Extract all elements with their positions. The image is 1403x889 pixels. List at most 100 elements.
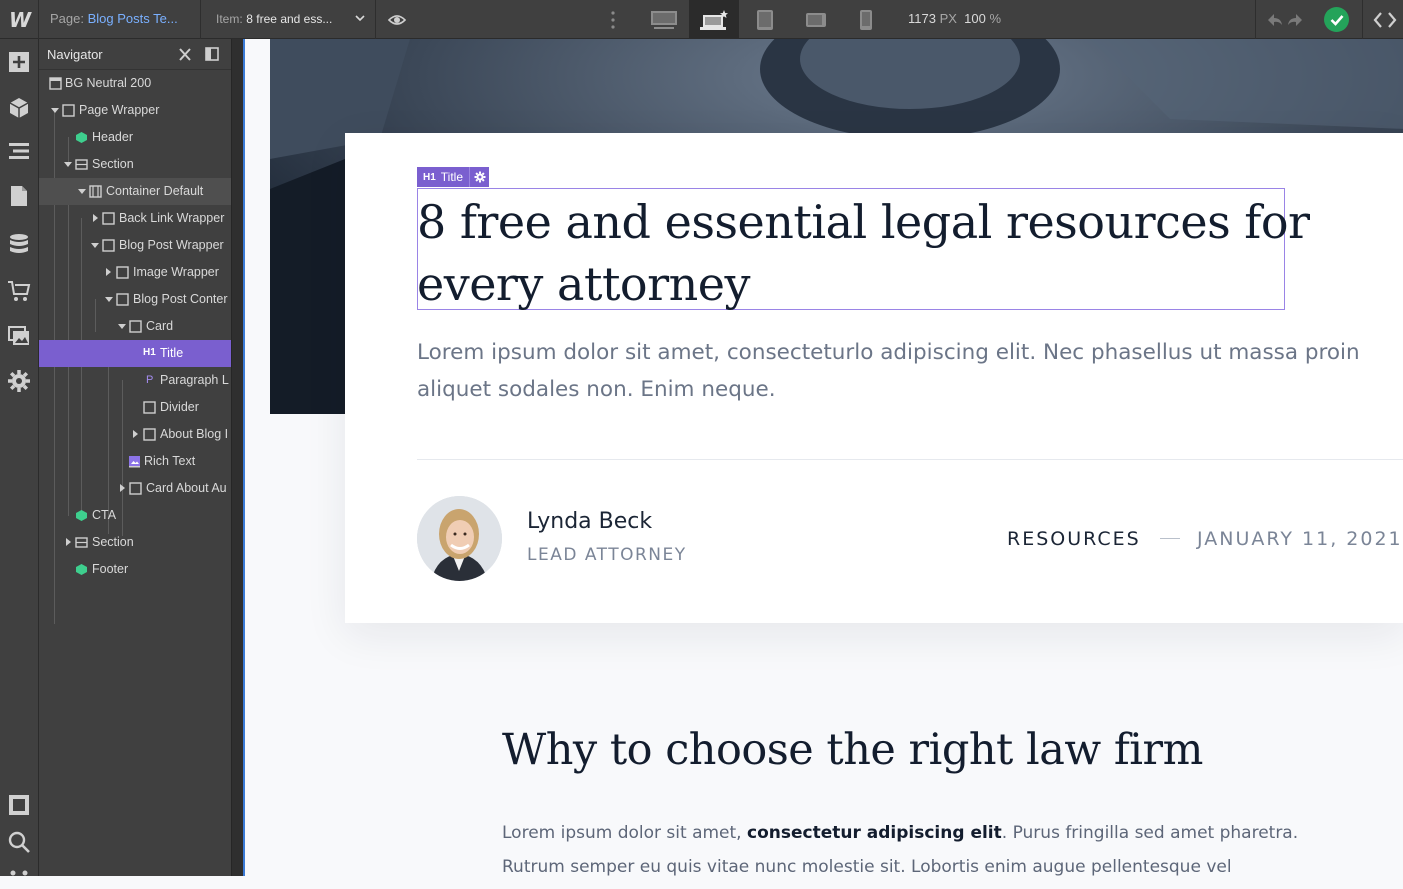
div-icon (62, 104, 75, 117)
post-title[interactable]: 8 free and essential legal resources for… (417, 191, 1317, 315)
nav-item-cta[interactable]: CTA (39, 502, 231, 529)
caret-right-icon[interactable] (93, 214, 98, 222)
nav-item-blog-post-wrapper[interactable]: Blog Post Wrapper (39, 232, 231, 259)
post-category[interactable]: RESOURCES (1007, 528, 1141, 550)
dock-panel-icon[interactable] (205, 47, 219, 61)
caret-right-icon[interactable] (133, 430, 138, 438)
canvas-size-readout[interactable]: 1173 PX 100 % (908, 11, 1001, 26)
div-icon (102, 239, 115, 252)
publish-status-button[interactable] (1324, 7, 1349, 32)
nav-item-label: Card About Au (146, 481, 227, 495)
search-icon[interactable] (7, 830, 31, 854)
nav-item-header[interactable]: Header (39, 124, 231, 151)
caret-down-icon[interactable] (64, 162, 72, 167)
nav-item-label: Footer (92, 562, 129, 576)
author-role: LEAD ATTORNEY (527, 545, 687, 565)
body-icon (49, 77, 62, 90)
undo-icon (1268, 14, 1282, 26)
nav-item-label: Section (92, 535, 134, 549)
cms-icon[interactable] (7, 232, 31, 256)
breakpoint-laptop[interactable] (689, 0, 739, 39)
caret-down-icon[interactable] (105, 297, 113, 302)
caret-down-icon[interactable] (51, 108, 59, 113)
nav-item-rich-text[interactable]: Rich Text (39, 448, 231, 475)
nav-item-label: Image Wrapper (133, 265, 219, 279)
meta-separator (1160, 538, 1180, 539)
desktop-icon (651, 10, 677, 29)
box-icon[interactable] (7, 96, 31, 120)
caret-right-icon[interactable] (120, 484, 125, 492)
symbol-icon (76, 510, 87, 521)
rich-text-icon (129, 456, 140, 468)
tablet-icon (757, 9, 773, 30)
webflow-logo[interactable]: W (0, 0, 39, 39)
nav-item-divider[interactable]: Divider (39, 394, 231, 421)
nav-item-page-wrapper[interactable]: Page Wrapper (39, 97, 231, 124)
nav-item-section[interactable]: Section (39, 151, 231, 178)
nav-item-image-wrapper[interactable]: Image Wrapper (39, 259, 231, 286)
pages-icon[interactable] (7, 184, 31, 208)
caret-right-icon[interactable] (66, 538, 71, 546)
navigator-scrollbar[interactable] (231, 39, 243, 876)
nav-item-label: Container Default (106, 184, 204, 198)
body-text-bold: consectetur adipiscing elit (747, 823, 1002, 843)
nav-item-container-default[interactable]: Container Default (39, 178, 231, 205)
design-canvas[interactable]: H1 Title 8 free and essential legal reso… (243, 39, 1403, 876)
separator (200, 0, 201, 39)
nav-item-card[interactable]: Card (39, 313, 231, 340)
more-icon[interactable] (7, 865, 31, 889)
chevron-down-icon[interactable] (354, 12, 366, 24)
div-icon (102, 212, 115, 225)
caret-down-icon[interactable] (78, 189, 86, 194)
selection-tag[interactable]: H1 Title (417, 167, 490, 187)
caret-down-icon[interactable] (91, 243, 99, 248)
rich-text-paragraph[interactable]: Lorem ipsum dolor sit amet, consectetur … (502, 816, 1322, 876)
nav-item-back-link-wrapper[interactable]: Back Link Wrapper (39, 205, 231, 232)
more-vertical-icon[interactable] (609, 9, 617, 31)
code-icon[interactable] (1372, 10, 1398, 30)
navigator-title: Navigator (47, 47, 103, 62)
page-value: Blog Posts Te... (87, 11, 178, 26)
caret-down-icon[interactable] (118, 324, 126, 329)
gear-icon (474, 171, 486, 183)
nav-item-label: Section (92, 157, 134, 171)
nav-item-bg-neutral-200[interactable]: BG Neutral 200 (39, 70, 231, 97)
caret-right-icon[interactable] (106, 268, 111, 276)
nav-item-section-2[interactable]: Section (39, 529, 231, 556)
tablet-landscape-icon (806, 12, 826, 27)
post-lead-paragraph[interactable]: Lorem ipsum dolor sit amet, consecteturl… (417, 334, 1403, 408)
symbol-icon (76, 564, 87, 575)
ecommerce-icon[interactable] (7, 279, 31, 303)
close-icon[interactable] (179, 48, 191, 61)
blog-post-card: H1 Title 8 free and essential legal reso… (345, 133, 1403, 623)
item-selector[interactable]: Item: 8 free and ess... (216, 11, 332, 26)
preview-frame-icon[interactable] (7, 793, 31, 817)
page-selector[interactable]: Page: Blog Posts Te... (50, 11, 178, 26)
redo-icon (1288, 14, 1302, 26)
left-toolbar (0, 39, 39, 876)
div-icon (116, 293, 129, 306)
nav-item-title[interactable]: H1 Title (39, 340, 231, 367)
section-heading[interactable]: Why to choose the right law firm (502, 725, 1203, 775)
navigator-panel: Navigator BG Neutral 200 Page Wrapper He… (39, 39, 231, 876)
nav-item-card-about-author[interactable]: Card About Au (39, 475, 231, 502)
settings-icon[interactable] (7, 369, 31, 393)
nav-item-about-blog[interactable]: About Blog I (39, 421, 231, 448)
nav-item-blog-post-content[interactable]: Blog Post Conter (39, 286, 231, 313)
div-icon (129, 320, 142, 333)
breakpoint-tablet-landscape[interactable] (791, 0, 841, 39)
post-date: JANUARY 11, 2021 (1197, 528, 1403, 550)
breakpoint-desktop[interactable] (639, 0, 689, 39)
div-icon (143, 401, 156, 414)
navigator-icon[interactable] (7, 139, 31, 163)
nav-item-footer[interactable]: Footer (39, 556, 231, 583)
add-icon[interactable] (7, 50, 31, 74)
paragraph-icon: P (146, 374, 154, 386)
nav-item-paragraph[interactable]: P Paragraph L (39, 367, 231, 394)
assets-icon[interactable] (7, 324, 31, 348)
eye-icon[interactable] (387, 10, 407, 30)
breakpoint-tablet[interactable] (740, 0, 790, 39)
element-settings-button[interactable] (469, 167, 489, 187)
undo-redo-icons[interactable] (1265, 11, 1305, 29)
breakpoint-mobile[interactable] (841, 0, 891, 39)
